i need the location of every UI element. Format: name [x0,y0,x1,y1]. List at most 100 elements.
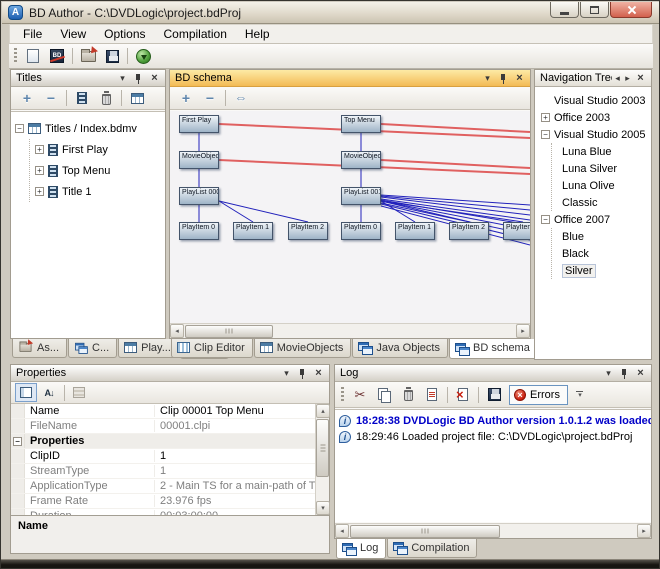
compile-button[interactable] [131,46,155,67]
property-grid[interactable]: Name Clip 00001 Top Menu FileName 00001.… [11,404,315,515]
scroll-left-arrow[interactable]: ◂ [335,524,349,538]
scroll-thumb[interactable] [316,419,329,477]
toolbar-grip[interactable] [14,48,17,64]
schema-node-playitem[interactable]: PlayItem 1 [395,222,435,240]
tree-row-top-menu[interactable]: + Top Menu [30,160,165,181]
nav-item-blue[interactable]: Blue [552,228,651,245]
schema-node-playlist[interactable]: PlayList 001 [341,187,381,205]
property-label[interactable]: Frame Rate [25,495,155,507]
nav-item-label[interactable]: Black [562,248,589,260]
property-pages-button[interactable] [68,383,90,402]
category-label[interactable]: Properties [25,435,155,447]
nav-item-label[interactable]: Visual Studio 2003 [554,95,646,107]
property-value[interactable]: 00001.clpi [155,420,315,432]
cut-button[interactable]: ✂ [348,384,372,405]
open-project-button[interactable] [76,46,100,67]
navigation-tree[interactable]: Visual Studio 2003 + Office 2003 − Visua… [535,88,651,359]
schema-pin-button[interactable] [496,72,511,85]
log-entry[interactable]: i 18:29:46 Loaded project file: C:\DVDLo… [335,429,651,445]
tree-item-label[interactable]: Title 1 [62,186,92,198]
properties-menu-button[interactable]: ▾ [279,367,294,380]
nav-item-label[interactable]: Blue [562,231,584,243]
log-entry[interactable]: i 18:28:38 DVDLogic BD Author version 1.… [335,413,651,429]
tree-row-title-1[interactable]: + Title 1 [30,181,165,202]
scroll-up-arrow[interactable]: ▴ [316,404,330,418]
schema-close-button[interactable]: × [512,72,527,85]
expand-expander[interactable]: + [35,145,44,154]
save-project-button[interactable] [100,46,124,67]
nav-item-vs2005[interactable]: − Visual Studio 2005 [541,126,651,143]
properties-close-button[interactable]: × [311,367,326,380]
log-pin-button[interactable] [617,367,632,380]
schema-node-movieobject[interactable]: MovieObject [179,151,219,169]
nav-item-vs2003[interactable]: Visual Studio 2003 [541,92,651,109]
schema-node-playitem[interactable]: PlayItem 0 [341,222,381,240]
delete-button[interactable] [94,88,118,109]
schema-node-playitem[interactable]: PlayItem 2 [288,222,328,240]
expand-expander[interactable]: + [541,113,550,122]
nav-scroll-right-button[interactable]: ▸ [623,72,632,85]
tab-compilation[interactable]: Compilation [387,539,478,558]
property-label[interactable]: StreamType [25,465,155,477]
schema-link-button[interactable]: ⇔ [229,88,253,109]
nav-item-office2003[interactable]: + Office 2003 [541,109,651,126]
tree-root-label[interactable]: Titles / Index.bdmv [45,123,137,135]
nav-item-black[interactable]: Black [552,245,651,262]
titles-close-button[interactable]: × [147,72,162,85]
nav-item-label[interactable]: Visual Studio 2005 [554,129,646,141]
add-clip-button[interactable] [70,88,94,109]
nav-item-label[interactable]: Luna Silver [562,163,617,175]
tab-assets[interactable]: As... [12,339,68,358]
title-bar[interactable]: A BD Author - C:\DVDLogic\project.bdProj [2,2,659,24]
nav-item-luna-olive[interactable]: Luna Olive [552,177,651,194]
expand-expander[interactable]: + [35,166,44,175]
menu-help[interactable]: Help [236,25,279,43]
scroll-down-arrow[interactable]: ▾ [316,501,330,515]
tree-row-first-play[interactable]: + First Play [30,139,165,160]
nav-item-silver[interactable]: Silver [552,262,651,279]
log-hscrollbar[interactable]: ◂ ▸ [335,523,651,538]
remove-title-button[interactable]: − [39,88,63,109]
property-value[interactable]: 1 [155,465,315,477]
new-bd-project-button[interactable]: BD [45,46,69,67]
properties-header[interactable]: Properties ▾ × [11,365,329,382]
properties-vscrollbar[interactable]: ▴ ▾ [315,404,330,515]
schema-node-playitem[interactable]: PlayItem 2 [449,222,489,240]
tab-clip-editor[interactable]: Clip Editor [171,339,253,358]
schema-node-movieobject[interactable]: MovieObject [341,151,381,169]
delete-entries-button[interactable]: × [451,384,475,405]
schema-node-top-menu[interactable]: Top Menu [341,115,381,133]
collapse-expander[interactable]: − [541,215,550,224]
schema-canvas[interactable]: First Play MovieObject PlayList 000 Play… [170,111,530,323]
tab-clips[interactable]: C... [68,339,118,358]
categorized-view-button[interactable] [15,383,37,402]
titles-pin-button[interactable] [131,72,146,85]
log-list-button[interactable] [420,384,444,405]
property-label[interactable]: ClipID [25,450,155,462]
property-label[interactable]: Name [25,405,155,417]
schema-menu-button[interactable]: ▾ [480,72,495,85]
schema-node-playitem[interactable]: PlayItem 1 [233,222,273,240]
scroll-thumb[interactable] [350,524,500,538]
title-table-button[interactable] [125,88,149,109]
maximize-button[interactable] [580,2,609,18]
property-label[interactable]: FileName [25,420,155,432]
schema-remove-button[interactable]: − [198,88,222,109]
titles-tree[interactable]: − Titles / Index.bdmv + First Play + Top… [11,111,165,338]
errors-toggle-button[interactable]: × Errors [509,384,568,405]
property-label[interactable]: ApplicationType [25,480,155,492]
collapse-expander[interactable]: − [541,130,550,139]
alphabetical-sort-button[interactable]: A↓ [38,383,60,402]
tab-movieobjects[interactable]: MovieObjects [253,339,352,358]
bd-schema-header[interactable]: BD schema ▾ × [170,70,530,87]
tree-row-root[interactable]: − Titles / Index.bdmv [15,118,165,139]
new-document-button[interactable] [21,46,45,67]
nav-item-label[interactable]: Luna Blue [562,146,612,158]
schema-node-first-play[interactable]: First Play [179,115,219,133]
menu-view[interactable]: View [51,25,95,43]
properties-pin-button[interactable] [295,367,310,380]
collapse-expander[interactable]: − [15,124,24,133]
nav-item-luna-silver[interactable]: Luna Silver [552,160,651,177]
nav-item-label-selected[interactable]: Silver [562,263,596,278]
titles-panel-header[interactable]: Titles ▾ × [11,70,165,87]
